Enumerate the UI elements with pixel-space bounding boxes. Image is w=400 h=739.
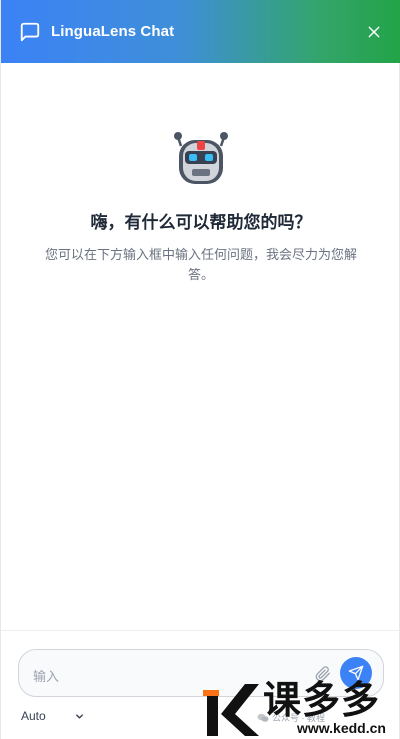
language-select-value: Auto (21, 709, 46, 723)
close-button[interactable] (363, 21, 385, 43)
brand-logo-icon (203, 684, 259, 736)
watermark-url: www.kedd.cn (297, 720, 386, 736)
welcome-section: 嗨，有什么可以帮助您的吗？ 您可以在下方输入框中输入任何问题，我会尽力为您解答。 (1, 130, 400, 285)
chevron-down-icon (74, 711, 85, 722)
language-select[interactable]: Auto (21, 709, 85, 723)
watermark-logo: 课多多 www.kedd.cn (201, 680, 400, 739)
chat-header: LinguaLens Chat (1, 0, 400, 63)
chat-bubble-icon (19, 21, 41, 43)
close-icon (368, 26, 380, 37)
watermark-brand: 课多多 (263, 678, 381, 722)
robot-icon (171, 130, 231, 186)
chat-panel: LinguaLens Chat 嗨，有什么可以帮助您的吗？ 您可以在下方输入框中… (0, 0, 400, 739)
welcome-heading: 嗨，有什么可以帮助您的吗？ (90, 213, 312, 232)
header-title: LinguaLens Chat (51, 23, 175, 40)
welcome-subtext: 您可以在下方输入框中输入任何问题，我会尽力为您解答。 (44, 247, 357, 282)
